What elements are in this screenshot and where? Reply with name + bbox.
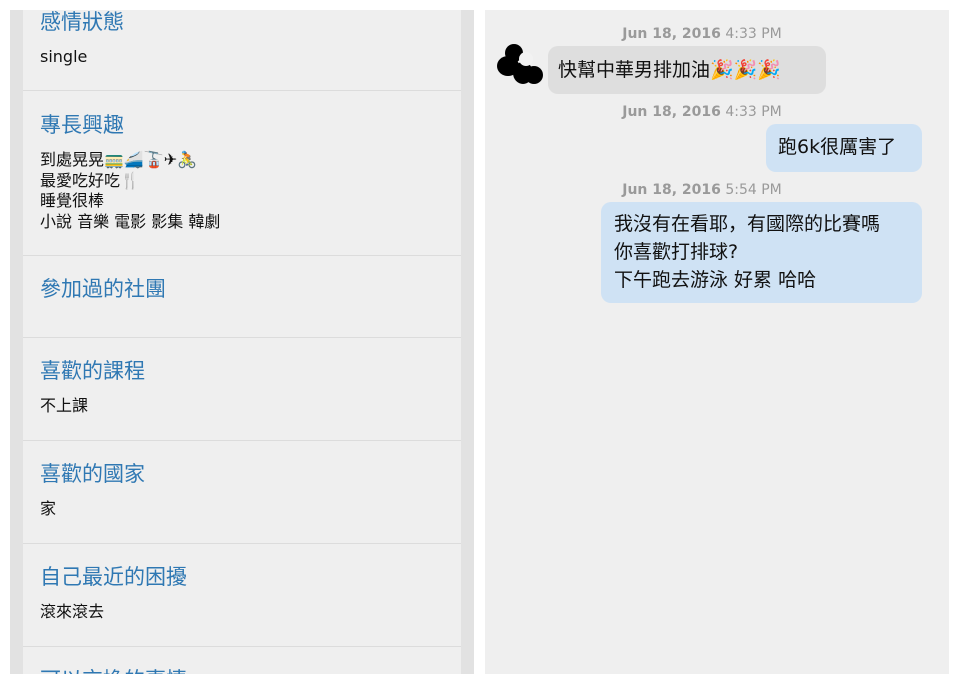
outgoing-message-bubble[interactable]: 我沒有在看耶，有國際的比賽嗎 你喜歡打排球? 下午跑去游泳 好累 哈哈	[601, 202, 922, 303]
section-body-troubles: 滾來滾去	[40, 602, 105, 621]
profile-panel: 感情狀態 single 專長興趣 到處晃晃🚃🚄🚡✈🚴 最愛吃好吃🍴 睡覺很棒 小…	[10, 10, 474, 674]
profile-section-troubles: 自己最近的困擾 滾來滾去	[23, 544, 461, 647]
profile-details-list[interactable]: 感情狀態 single 專長興趣 到處晃晃🚃🚄🚡✈🚴 最愛吃好吃🍴 睡覺很棒 小…	[23, 10, 461, 674]
message-timestamp: Jun 18, 2016 4:33 PM	[485, 26, 919, 42]
timestamp-date: Jun 18, 2016	[622, 104, 721, 120]
section-title-clubs: 參加過的社團	[40, 277, 166, 301]
section-body-relationship: single	[40, 47, 88, 66]
incoming-message-bubble[interactable]: 快幫中華男排加油🎉🎉🎉	[548, 46, 826, 94]
message-timestamp: Jun 18, 2016 5:54 PM	[485, 182, 919, 198]
section-title-relationship: 感情狀態	[40, 10, 124, 34]
sender-avatar[interactable]	[497, 44, 543, 86]
timestamp-date: Jun 18, 2016	[622, 26, 721, 42]
profile-section-relationship: 感情狀態 single	[23, 10, 461, 91]
section-title-courses: 喜歡的課程	[40, 359, 145, 383]
timestamp-time: 4:33 PM	[725, 26, 782, 42]
chat-panel[interactable]: Jun 18, 2016 4:33 PM 快幫中華男排加油🎉🎉🎉 Jun 18,…	[485, 10, 949, 674]
timestamp-date: Jun 18, 2016	[622, 182, 721, 198]
section-title-interests: 專長興趣	[40, 113, 124, 137]
profile-section-exchange: 可以交換的事情	[23, 647, 461, 674]
profile-section-interests: 專長興趣 到處晃晃🚃🚄🚡✈🚴 最愛吃好吃🍴 睡覺很棒 小說 音樂 電影 影集 韓…	[23, 91, 461, 256]
profile-section-countries: 喜歡的國家 家	[23, 441, 461, 544]
profile-section-courses: 喜歡的課程 不上課	[23, 338, 461, 441]
section-title-troubles: 自己最近的困擾	[40, 565, 187, 589]
profile-section-clubs: 參加過的社團	[23, 256, 461, 338]
message-timestamp: Jun 18, 2016 4:33 PM	[485, 104, 919, 120]
section-body-courses: 不上課	[40, 396, 89, 415]
timestamp-time: 4:33 PM	[725, 104, 782, 120]
section-body-countries: 家	[40, 499, 57, 518]
section-body-interests: 到處晃晃🚃🚄🚡✈🚴 最愛吃好吃🍴 睡覺很棒 小說 音樂 電影 影集 韓劇	[40, 150, 221, 231]
outgoing-message-bubble[interactable]: 跑6k很厲害了	[766, 124, 922, 172]
section-title-exchange: 可以交換的事情	[40, 664, 187, 674]
section-title-countries: 喜歡的國家	[40, 462, 145, 486]
timestamp-time: 5:54 PM	[725, 182, 782, 198]
